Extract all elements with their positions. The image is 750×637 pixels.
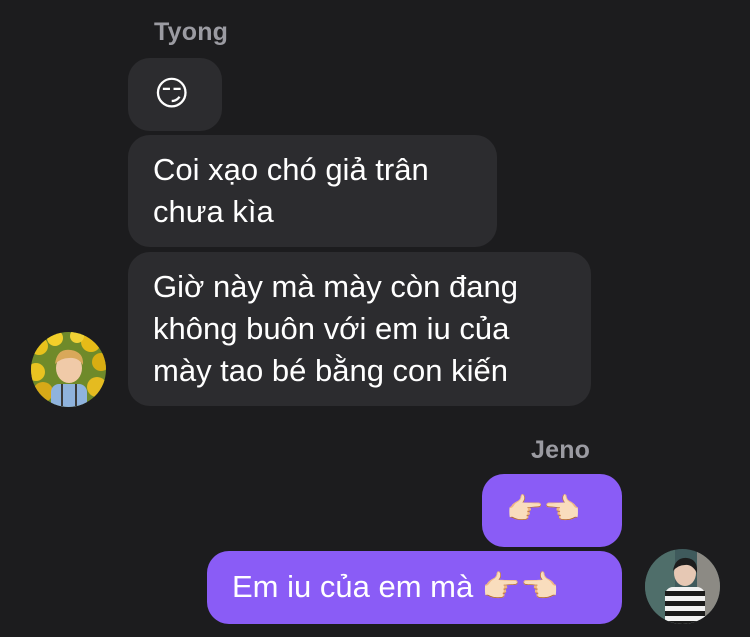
incoming-message-bubble[interactable]: Giờ này mà mày còn đang không buôn với e… <box>128 252 591 406</box>
outgoing-message-bubble[interactable]: Em iu của em mà 👉🏻👈🏻 <box>207 551 622 624</box>
incoming-avatar[interactable] <box>31 332 106 407</box>
incoming-message-bubble[interactable]: 😏 <box>128 58 222 131</box>
outgoing-message-bubble[interactable]: 👉🏻👈🏻 <box>482 474 622 547</box>
outgoing-sender-name: Jeno <box>531 436 591 464</box>
incoming-message-bubble[interactable]: Coi xạo chó giả trân chưa kìa <box>128 135 497 247</box>
message-text: Giờ này mà mày còn đang không buôn với e… <box>153 269 518 388</box>
avatar-photo-striped-sweater <box>645 549 720 624</box>
incoming-sender-name: Tyong <box>154 18 229 46</box>
message-text: Em iu của em mà 👉🏻👈🏻 <box>232 569 559 604</box>
message-text: 😏 <box>154 74 190 114</box>
outgoing-avatar[interactable] <box>645 549 720 624</box>
message-text: 👉🏻👈🏻 <box>506 492 581 527</box>
avatar-photo-sunflowers <box>31 332 106 407</box>
message-text: Coi xạo chó giả trân chưa kìa <box>153 152 429 229</box>
